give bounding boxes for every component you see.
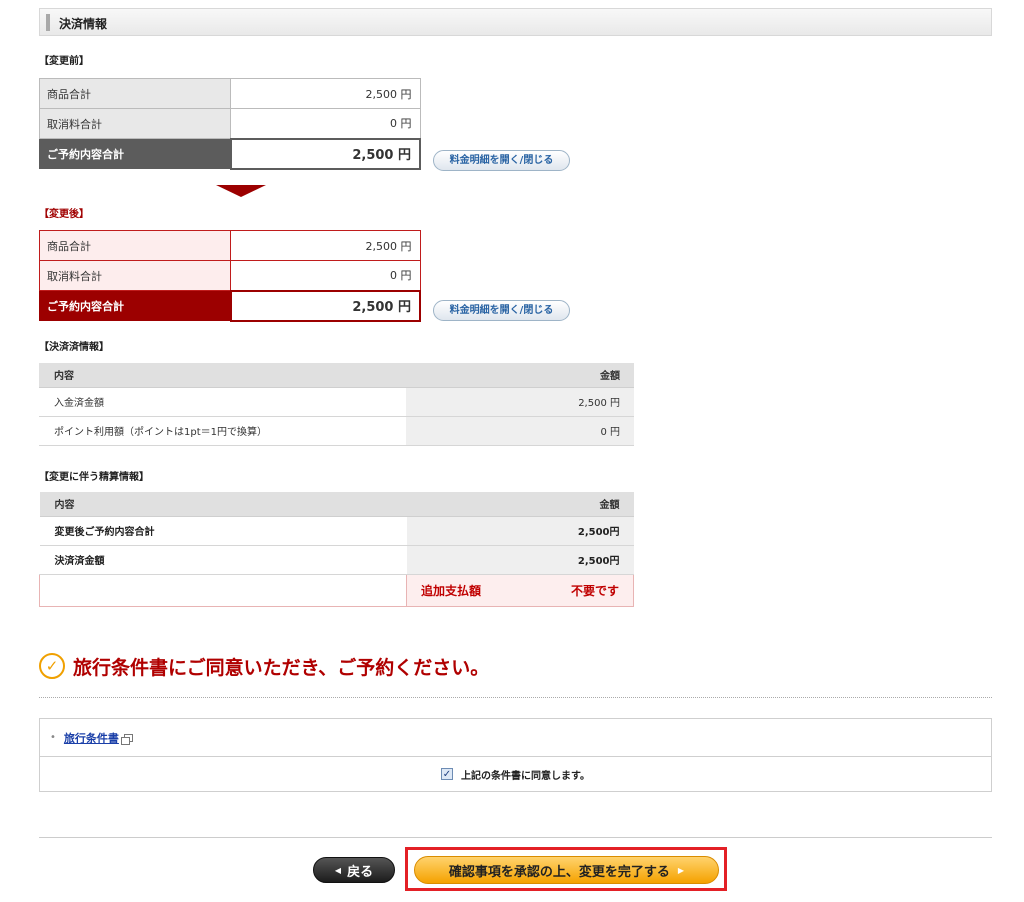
table-row: 入金済金額 2,500 円 (39, 387, 634, 417)
after-summary-table: 商品合計 2,500 円 取消料合計 0 円 ご予約内容合計 2,500 円 (39, 230, 421, 322)
after-goods-value: 2,500 円 (230, 230, 421, 261)
agree-checkbox-row: ✓ 上記の条件書に同意します。 (40, 757, 991, 791)
after-toggle-details-button[interactable]: 料金明細を開く/閉じる (433, 300, 570, 321)
table-row: 決済済金額 2,500円 (39, 545, 634, 575)
triangle-left-icon: ◀ (334, 865, 342, 875)
before-label: 【変更前】 (39, 56, 89, 67)
before-summary-table: 商品合計 2,500 円 取消料合計 0 円 ご予約内容合計 2,500 円 (39, 78, 421, 170)
divider (39, 697, 992, 698)
settle-header-amount: 金額 (406, 492, 634, 517)
paid-table: 内容 金額 入金済金額 2,500 円 ポイント利用額（ポイントは1pt＝1円で… (39, 363, 634, 446)
after-label: 【変更後】 (39, 209, 89, 220)
confirm-button-label: 確認事項を承認の上、変更を完了する (448, 864, 670, 880)
after-cancel-label: 取消料合計 (39, 260, 231, 291)
triangle-right-icon: ▶ (677, 865, 685, 875)
before-cancel-label: 取消料合計 (39, 108, 231, 139)
after-cancel-value: 0 円 (230, 260, 421, 291)
confirm-complete-button[interactable]: 確認事項を承認の上、変更を完了する ▶ (414, 856, 719, 884)
terms-box: • 旅行条件書 ✓ 上記の条件書に同意します。 (39, 718, 992, 792)
after-goods-label: 商品合計 (39, 230, 231, 261)
agree-checkbox[interactable]: ✓ (441, 768, 453, 780)
extra-payment-row: 追加支払額 不要です (39, 573, 634, 607)
check-circle-icon: ✓ (39, 653, 65, 679)
agreement-heading: ✓ 旅行条件書にご同意いただき、ご予約ください。 (39, 651, 489, 681)
table-row: 取消料合計 0 円 (39, 260, 421, 291)
table-row: 取消料合計 0 円 (39, 108, 421, 139)
settle-label: 【変更に伴う精算情報】 (39, 472, 149, 483)
before-goods-label: 商品合計 (39, 78, 231, 109)
back-button[interactable]: ◀ 戻る (313, 857, 395, 883)
table-row: ポイント利用額（ポイントは1pt＝1円で換算） 0 円 (39, 416, 634, 446)
paid-label: 【決済済情報】 (39, 342, 109, 353)
extra-payment-value: 不要です (570, 583, 619, 598)
table-row: ご予約内容合計 2,500 円 (39, 137, 421, 170)
extra-payment-empty-cell (39, 573, 407, 607)
back-button-label: 戻る (347, 864, 374, 880)
table-row: 商品合計 2,500 円 (39, 230, 421, 261)
settle-item: 決済済金額 (39, 545, 407, 575)
terms-link-row: • 旅行条件書 (40, 719, 991, 757)
table-header-row: 内容 金額 (39, 363, 634, 388)
before-total-label: ご予約内容合計 (39, 138, 231, 169)
settle-table: 内容 金額 変更後ご予約内容合計 2,500円 決済済金額 2,500円 追加支… (39, 492, 634, 607)
terms-link[interactable]: 旅行条件書 (64, 730, 119, 746)
before-cancel-value: 0 円 (230, 108, 421, 139)
section-title: 決済情報 (59, 17, 108, 31)
agree-checkbox-label[interactable]: 上記の条件書に同意します。 (461, 767, 590, 782)
bullet-icon: • (50, 732, 56, 743)
external-window-icon (120, 733, 133, 745)
divider (39, 837, 992, 838)
settle-header-item: 内容 (39, 492, 407, 517)
before-goods-value: 2,500 円 (230, 78, 421, 109)
table-row: 商品合計 2,500 円 (39, 78, 421, 109)
section-header-bar (46, 14, 50, 31)
settle-item: 変更後ご予約内容合計 (39, 516, 407, 546)
after-total-value: 2,500 円 (229, 289, 421, 322)
table-row: 変更後ご予約内容合計 2,500円 (39, 516, 634, 546)
agreement-title: 旅行条件書にご同意いただき、ご予約ください。 (73, 656, 490, 679)
table-row: ご予約内容合計 2,500 円 (39, 289, 421, 322)
after-total-label: ご予約内容合計 (39, 290, 231, 321)
before-toggle-details-button[interactable]: 料金明細を開く/閉じる (433, 150, 570, 171)
paid-amount: 0 円 (406, 416, 634, 446)
paid-header-amount: 金額 (406, 363, 634, 388)
settle-amount: 2,500円 (406, 516, 634, 546)
table-header-row: 内容 金額 (39, 492, 634, 517)
paid-item: 入金済金額 (39, 387, 406, 417)
settle-amount: 2,500円 (406, 545, 634, 575)
extra-payment-label: 追加支払額 (421, 583, 482, 598)
arrow-down-icon (216, 185, 266, 197)
extra-payment-cell: 追加支払額 不要です (406, 573, 634, 607)
before-total-value: 2,500 円 (229, 137, 421, 170)
section-header: 決済情報 (39, 8, 992, 36)
paid-header-item: 内容 (39, 363, 406, 388)
paid-item: ポイント利用額（ポイントは1pt＝1円で換算） (39, 416, 406, 446)
paid-amount: 2,500 円 (406, 387, 634, 417)
